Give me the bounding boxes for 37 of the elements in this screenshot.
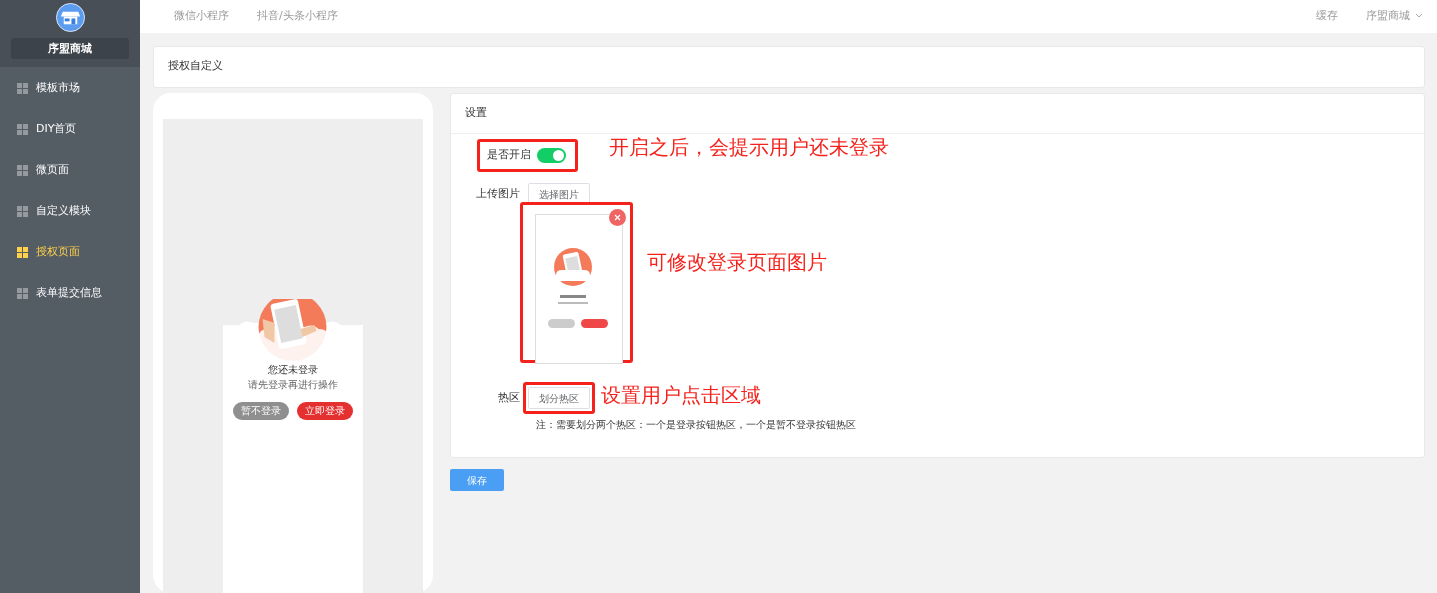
note-text: 注：需要划分两个热区：一个是登录按钮热区，一个是暂不登录按钮热区 xyxy=(536,418,857,432)
sidebar-item[interactable]: 授权页面 xyxy=(0,233,140,272)
annotation-text: 可修改登录页面图片 xyxy=(647,249,827,276)
grid-icon xyxy=(17,165,28,176)
brand-name: 序盟商城 xyxy=(11,38,129,59)
save-button[interactable]: 保存 xyxy=(450,469,504,491)
field-label: 上传图片 xyxy=(475,185,521,202)
sidebar-item[interactable]: 自定义模块 xyxy=(0,192,140,231)
annotation-text: 开启之后，会提示用户还未登录 xyxy=(609,133,889,161)
grid-icon xyxy=(17,247,28,258)
page-title: 授权自定义 xyxy=(168,58,223,75)
sidebar-item[interactable]: DIY首页 xyxy=(0,110,140,149)
store-logo-icon xyxy=(55,3,85,32)
choose-image-button[interactable]: 选择图片 xyxy=(528,183,590,205)
close-icon[interactable] xyxy=(609,209,626,226)
grid-icon xyxy=(17,288,28,299)
prompt-title: 您还未登录 xyxy=(267,363,319,377)
grid-icon xyxy=(17,83,28,94)
grid-icon xyxy=(17,124,28,135)
sidebar-item[interactable]: 模板市场 xyxy=(0,69,140,108)
prompt-subtitle: 请先登录再进行操作 xyxy=(247,378,339,392)
caret-icon xyxy=(1415,13,1423,20)
field-label: 热区 xyxy=(497,389,521,406)
annotation-text: 设置用户点击区域 xyxy=(601,382,761,409)
cache-link[interactable]: 缓存 xyxy=(1315,8,1338,25)
platform-tab[interactable]: 抖音/头条小程序 xyxy=(257,8,338,25)
divide-hotzone-button[interactable]: 划分热区 xyxy=(528,387,590,409)
field-label: 是否开启 xyxy=(487,147,531,164)
login-button[interactable]: 立即登录 xyxy=(297,402,353,420)
settings-title: 设置 xyxy=(465,105,487,122)
sidebar-item[interactable]: 微页面 xyxy=(0,151,140,190)
enable-switch[interactable] xyxy=(536,148,566,163)
grid-icon xyxy=(17,206,28,217)
sidebar-item[interactable]: 表单提交信息 xyxy=(0,274,140,313)
skip-login-button[interactable]: 暂不登录 xyxy=(233,402,289,420)
account-menu[interactable]: 序盟商城 xyxy=(1365,8,1410,25)
platform-tab[interactable]: 微信小程序 xyxy=(174,8,229,25)
